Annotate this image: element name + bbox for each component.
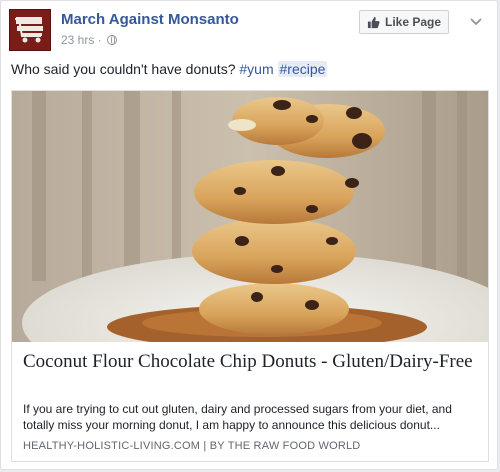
- link-source: HEALTHY-HOLISTIC-LIVING.COM | BY THE RAW…: [23, 440, 360, 452]
- hashtag-recipe[interactable]: #recipe: [277, 61, 328, 77]
- chevron-down-icon: [470, 18, 482, 26]
- post-card: March Against Monsanto 23 hrs · Like Pag…: [0, 0, 498, 470]
- post-message-text: Who said you couldn't have donuts?: [11, 61, 236, 77]
- link-info[interactable]: Coconut Flour Chocolate Chip Donuts - Gl…: [12, 342, 488, 461]
- globe-icon: [107, 35, 118, 45]
- post-message: Who said you couldn't have donuts? #yum …: [11, 61, 487, 77]
- shopping-cart-icon: [15, 17, 43, 43]
- link-preview[interactable]: Coconut Flour Chocolate Chip Donuts - Gl…: [11, 90, 489, 462]
- link-domain: HEALTHY-HOLISTIC-LIVING.COM: [23, 440, 201, 452]
- page-name-link[interactable]: March Against Monsanto: [61, 11, 239, 28]
- link-title[interactable]: Coconut Flour Chocolate Chip Donuts - Gl…: [23, 350, 476, 373]
- post-meta: 23 hrs ·: [61, 33, 118, 47]
- donut-stack-photo: [12, 91, 488, 342]
- by-label: BY: [209, 440, 225, 452]
- page-avatar[interactable]: [9, 9, 51, 51]
- hashtag-yum[interactable]: #yum: [239, 61, 273, 77]
- like-page-label: Like Page: [384, 15, 442, 29]
- source-separator: |: [203, 440, 207, 452]
- link-preview-image[interactable]: [12, 91, 488, 342]
- thumbs-up-icon: [367, 16, 380, 28]
- link-description: If you are trying to cut out gluten, dai…: [23, 402, 452, 432]
- like-page-button[interactable]: Like Page: [359, 10, 449, 34]
- post-timestamp[interactable]: 23 hrs: [61, 33, 94, 47]
- post-options-button[interactable]: [465, 11, 487, 33]
- meta-separator: ·: [97, 33, 102, 47]
- post-header: March Against Monsanto 23 hrs · Like Pag…: [9, 9, 487, 53]
- link-author[interactable]: THE RAW FOOD WORLD: [228, 440, 361, 452]
